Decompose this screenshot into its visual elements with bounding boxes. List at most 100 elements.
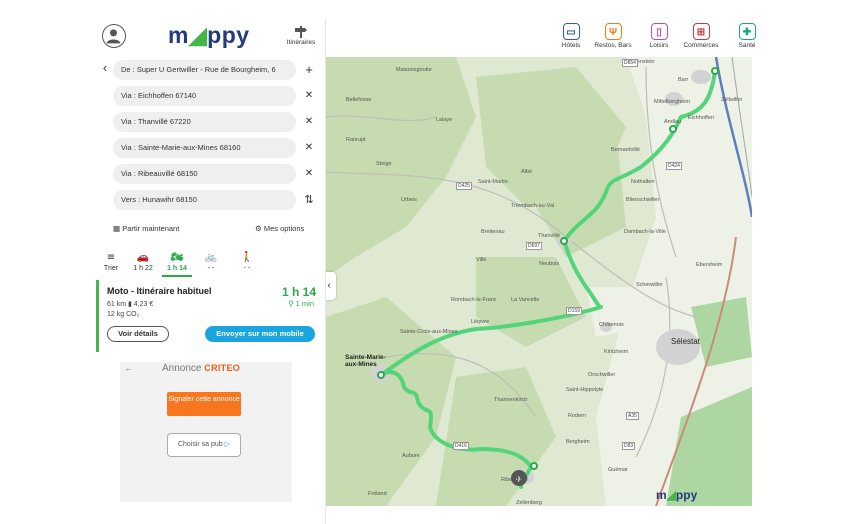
category-hotel[interactable]: ▭ Hôtels [548, 23, 594, 49]
via-field[interactable]: Via : Eichhoffen 67140 [113, 86, 296, 106]
map-place-label: Bergheim [566, 439, 590, 445]
road-number-label: D159 [566, 307, 582, 315]
back-arrow-icon[interactable]: ‹ [98, 61, 112, 75]
result-distance-cost: 61 km ▮ 4,23 € [107, 301, 154, 308]
from-field[interactable]: De : Super U Gertwiller - Rue de Bourghe… [113, 60, 296, 80]
map-place-label: Scherwiller [636, 282, 663, 288]
map-place-label: Urbeis [401, 197, 417, 203]
route-result-card[interactable]: Moto - Itinéraire habituel 1 h 14 61 km … [96, 280, 322, 352]
map-place-label: Sainte-Croix-aux-Mines [400, 329, 458, 335]
map-place-label: Guémar [608, 467, 628, 473]
map-svg: ✈ [326, 57, 752, 506]
map-place-label: Saint-Hippolyte [566, 387, 604, 393]
add-step-icon[interactable]: + [302, 63, 316, 77]
map-place-label: Triembach-au-Val [511, 203, 555, 209]
category-restaurant[interactable]: Ψ Restos, Bars [590, 23, 636, 49]
ad-label: Annonce CRITEO [162, 363, 240, 374]
map-place-label: Neubois [539, 261, 560, 267]
category-health[interactable]: ✚ Santé [724, 23, 770, 49]
moto-small-icon: ⚲ [288, 299, 294, 308]
map-place-label: Eichhoffen [688, 115, 714, 121]
map-place-label: Steige [376, 161, 392, 167]
remove-via-icon[interactable]: ✕ [302, 167, 316, 181]
category-label: Loisirs [649, 42, 669, 49]
map-place-label: Barr [678, 77, 689, 83]
itineraries-tab[interactable]: Itinéraires [282, 26, 320, 46]
result-delay: ⚲ 1 min [288, 299, 314, 308]
hotel-icon: ▭ [562, 23, 580, 40]
map-place-label: Albé [521, 169, 533, 175]
app-window: ✈ Heiligenstein Barr Andlau Mittelbergheim Z… [0, 0, 848, 524]
mode-label: 1 h 14 [167, 265, 187, 272]
see-details-button[interactable]: Voir détails [107, 326, 169, 342]
panel-header: m◢ppy Itinéraires [96, 18, 325, 58]
remove-via-icon[interactable]: ✕ [302, 115, 316, 129]
shopping-icon: ⊞ [692, 23, 710, 40]
map-place-label: Zellenberg [516, 500, 542, 506]
category-label: Restos, Bars [594, 42, 632, 49]
transport-modes: ≡ Trier 🚗 1 h 22 🏍 1 h 14 🚲 - - 🚶 - - [96, 251, 325, 277]
remove-via-icon[interactable]: ✕ [302, 89, 316, 103]
mode-car[interactable]: 🚗 1 h 22 [128, 251, 158, 272]
mode-moto[interactable]: 🏍 1 h 14 [162, 251, 192, 277]
mode-label: 1 h 22 [133, 265, 153, 272]
report-ad-button[interactable]: Signaler cette annonce [167, 392, 241, 416]
mode-sort[interactable]: ≡ Trier [96, 251, 126, 272]
ad-block: ← Annonce CRITEO Signaler cette annonce … [120, 362, 292, 502]
map-place-label: Sainte-Marie-aux-Mines [345, 354, 386, 368]
road-number-label: D416 [453, 442, 469, 450]
my-options-button[interactable]: ⚙ Mes options [255, 224, 304, 233]
mappy-logo[interactable]: m◢ppy [168, 22, 250, 49]
result-co2: 12 kg CO₂ [107, 311, 140, 318]
map-place-label: Mittelbergheim [654, 99, 691, 105]
road-number-label: A35 [626, 412, 639, 420]
itineraries-label: Itinéraires [286, 39, 316, 46]
category-label: Commerces [683, 42, 719, 49]
bicycle-icon: 🚲 [204, 252, 218, 263]
user-avatar-icon[interactable] [102, 24, 126, 48]
map-place-label: Fréland [368, 491, 387, 497]
map-place-label: Châtenois [599, 322, 624, 328]
motorcycle-icon: 🏍 [170, 252, 184, 263]
map-place-label: Nothalten [631, 179, 655, 185]
map-place-label: Bellefosse [346, 97, 372, 103]
via-field[interactable]: Via : Ribeauvillé 68150 [113, 164, 296, 184]
car-icon: 🚗 [136, 252, 150, 263]
map-mappy-logo: m◢ppy [656, 488, 698, 502]
choose-ad-button[interactable]: Choisir sa pub ▷ [167, 433, 241, 457]
map-place-label: Thannenkirch [494, 397, 528, 403]
depart-now-option[interactable]: ▦ Partir maintenant [113, 224, 179, 233]
signpost-icon [295, 26, 307, 38]
map-canvas[interactable]: ✈ Heiligenstein Barr Andlau Mittelbergheim Z… [326, 57, 752, 506]
choose-ad-label: Choisir sa pub [177, 441, 223, 448]
mode-bike[interactable]: 🚲 - - [196, 251, 226, 272]
swap-icon[interactable]: ⇅ [302, 193, 316, 207]
mode-label: - - [207, 265, 215, 272]
map-place-label: Ebersheim [696, 262, 723, 268]
map-place-label: Ranrupt [346, 137, 366, 143]
ad-back-icon[interactable]: ← [124, 363, 133, 373]
send-to-mobile-button[interactable]: Envoyer sur mon mobile [205, 326, 315, 342]
category-shopping[interactable]: ⊞ Commerces [678, 23, 724, 49]
to-field[interactable]: Vers : Hunawihr 68150 [113, 190, 296, 210]
map-place-label: Maisonsgoutte [396, 67, 432, 73]
ad-label-text: Annonce [162, 363, 202, 374]
map-place-label: Dambach-la-Ville [624, 229, 666, 235]
mode-label: - - [243, 265, 251, 272]
result-delay-value: 1 min [295, 299, 314, 308]
mode-walk[interactable]: 🚶 - - [232, 251, 262, 272]
map-place-label: Sélestat [671, 337, 700, 346]
category-label: Santé [738, 42, 756, 49]
via-field[interactable]: Via : Thanvillé 67220 [113, 112, 296, 132]
map-place-label: Zellwiller [721, 97, 743, 103]
road-number-label: D854 [622, 59, 638, 67]
map-place-label: Lièpvre [471, 319, 490, 325]
my-options-label: Mes options [263, 224, 305, 233]
map-place-label: Bernardvillé [611, 147, 641, 153]
walk-icon: 🚶 [240, 252, 254, 263]
criteo-logo: CRITEO [204, 363, 241, 373]
category-leisure[interactable]: ▯ Loisirs [636, 23, 682, 49]
remove-via-icon[interactable]: ✕ [302, 141, 316, 155]
via-field[interactable]: Via : Sainte-Marie-aux-Mines 68160 [113, 138, 296, 158]
category-label: Hôtels [561, 42, 581, 49]
